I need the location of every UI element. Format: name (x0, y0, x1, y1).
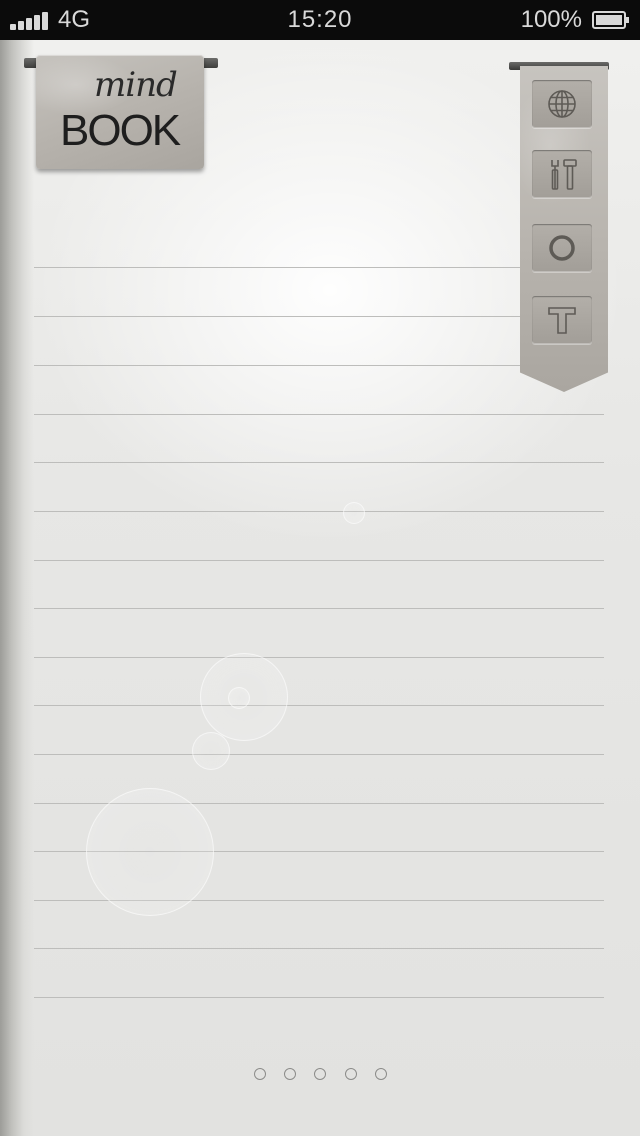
ruled-line (34, 316, 524, 317)
page-dot[interactable] (254, 1068, 266, 1080)
ruled-line (34, 657, 604, 658)
bokeh-light (343, 502, 365, 524)
page-dot[interactable] (314, 1068, 326, 1080)
text-icon (548, 307, 576, 334)
ruled-line (34, 267, 524, 268)
status-bar: 4G 15:20 100% (0, 0, 640, 40)
logo-main-text: BOOK (60, 106, 181, 155)
binding-shadow (0, 40, 34, 1136)
ruled-line (34, 560, 604, 561)
ruled-line (34, 414, 604, 415)
browser-button[interactable] (532, 80, 592, 128)
tool-banner (520, 66, 608, 392)
ruled-line (34, 365, 524, 366)
logo-clip (204, 58, 218, 68)
logo-script-text: mind (94, 65, 178, 105)
bokeh-light (228, 687, 250, 709)
globe-icon (548, 90, 576, 118)
ruled-line (34, 754, 604, 755)
ruled-line (34, 462, 604, 463)
settings-button[interactable] (532, 150, 592, 198)
text-button[interactable] (532, 296, 592, 344)
bokeh-light (86, 788, 214, 916)
page-dot[interactable] (375, 1068, 387, 1080)
page-dot[interactable] (345, 1068, 357, 1080)
circle-icon (549, 235, 575, 261)
page-indicator (250, 1068, 390, 1084)
app-logo: mind BOOK (36, 55, 204, 169)
bokeh-light (192, 732, 230, 770)
ruled-line (34, 948, 604, 949)
ruled-line (34, 608, 604, 609)
page-dot[interactable] (284, 1068, 296, 1080)
ruled-line (34, 705, 604, 706)
ruled-line (34, 997, 604, 998)
tools-icon (551, 159, 577, 190)
battery-icon (592, 11, 629, 29)
ruled-line (34, 511, 604, 512)
battery-percent: 100% (520, 6, 582, 33)
circle-button[interactable] (532, 224, 592, 272)
